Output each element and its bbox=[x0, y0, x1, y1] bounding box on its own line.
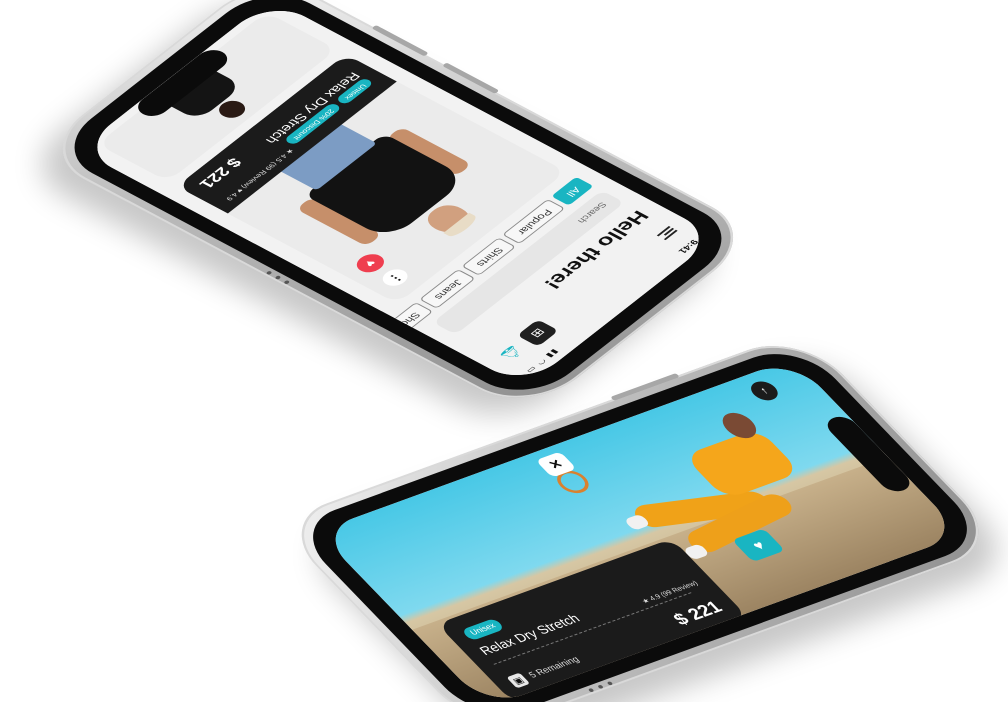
status-time: 9:41 bbox=[676, 238, 701, 256]
speaker-grille bbox=[274, 275, 282, 280]
phone-detail-view: ↑ ✕ ♥ Unisex Relax Dry Stretch ▣5 Remain… bbox=[274, 330, 1006, 702]
phone-list-view: 9:41 ▮▮ ◠ ▭ ⊞ 🔔︎ Hello there! Search All… bbox=[34, 0, 762, 416]
speaker-grille bbox=[265, 270, 273, 276]
phone-bezel: 9:41 ▮▮ ◠ ▭ ⊞ 🔔︎ Hello there! Search All… bbox=[50, 0, 746, 406]
box-icon: ▣ bbox=[506, 672, 531, 689]
phone-screen: 9:41 ▮▮ ◠ ▭ ⊞ 🔔︎ Hello there! Search All… bbox=[78, 0, 718, 388]
product-list-app: 9:41 ▮▮ ◠ ▭ ⊞ 🔔︎ Hello there! Search All… bbox=[78, 0, 718, 388]
notifications-button[interactable]: 🔔︎ bbox=[494, 342, 529, 365]
speaker-grille bbox=[606, 681, 614, 686]
stock-remaining: ▣5 Remaining bbox=[506, 653, 583, 689]
phone-screen: ↑ ✕ ♥ Unisex Relax Dry Stretch ▣5 Remain… bbox=[317, 358, 963, 702]
speaker-grille bbox=[283, 279, 291, 285]
stock-label: 5 Remaining bbox=[526, 654, 582, 680]
speaker-grille bbox=[597, 684, 604, 690]
tab-shoes[interactable]: Shoes bbox=[392, 301, 434, 330]
status-icons: ▮▮ ◠ ▭ bbox=[523, 348, 561, 376]
heart-icon: ♥ bbox=[361, 257, 380, 269]
menu-icon[interactable] bbox=[656, 226, 678, 241]
more-icon: ⋮ bbox=[384, 270, 408, 286]
product-detail-app: ↑ ✕ ♥ Unisex Relax Dry Stretch ▣5 Remain… bbox=[317, 358, 963, 702]
speaker-grille bbox=[587, 687, 595, 693]
more-button[interactable]: ⋮ bbox=[377, 266, 413, 289]
product-price: $ 221 bbox=[668, 597, 727, 629]
cart-icon: ⊞ bbox=[527, 326, 549, 340]
heart-icon: ♥ bbox=[748, 537, 769, 553]
close-icon: ✕ bbox=[544, 456, 567, 472]
phone-bezel: ↑ ✕ ♥ Unisex Relax Dry Stretch ▣5 Remain… bbox=[289, 341, 991, 702]
cart-button[interactable]: ⊞ bbox=[516, 319, 559, 347]
bell-icon: 🔔︎ bbox=[497, 343, 527, 363]
arrow-up-icon: ↑ bbox=[757, 385, 772, 397]
